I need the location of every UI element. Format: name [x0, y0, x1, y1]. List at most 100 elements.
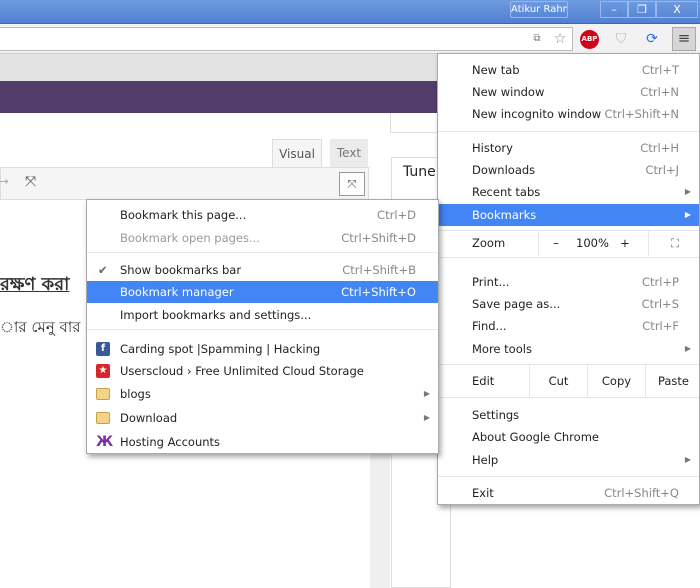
zoom-in-button[interactable]: +: [610, 231, 640, 256]
menu-item-find[interactable]: Find... Ctrl+F: [438, 315, 699, 337]
label: Print...: [472, 275, 510, 289]
shortcut: Ctrl+P: [641, 275, 679, 289]
submenu-arrow-icon: ▶: [684, 210, 691, 219]
menu-item-history[interactable]: History Ctrl+H: [438, 137, 699, 159]
label: Carding spot |Spamming | Hacking: [120, 342, 321, 356]
separator: [87, 252, 438, 253]
label: About Google Chrome: [472, 430, 599, 444]
menu-item-more-tools[interactable]: More tools ▶: [438, 338, 699, 360]
label: Settings: [472, 408, 520, 422]
cut-button[interactable]: Cut: [529, 365, 587, 397]
bookmark-star-icon[interactable]: ☆: [550, 29, 570, 49]
submenu-arrow-icon: ▶: [684, 344, 691, 353]
menu-item-save-page[interactable]: Save page as... Ctrl+S: [438, 293, 699, 315]
folder-icon: [96, 388, 110, 400]
translate-icon[interactable]: ⧉: [527, 29, 547, 49]
minimize-button[interactable]: –: [600, 1, 628, 18]
label: New incognito window: [472, 107, 602, 121]
adblock-plus-icon[interactable]: ABP: [580, 30, 599, 49]
label: Bookmark open pages...: [120, 231, 260, 245]
shortcut: Ctrl+J: [645, 163, 680, 177]
profile-button[interactable]: Atikur Rahman...: [510, 1, 568, 18]
separator: [438, 397, 699, 398]
redo-icon[interactable]: →: [0, 174, 9, 188]
bookmark-item[interactable]: ★ Userscloud › Free Unlimited Cloud Stora…: [87, 360, 438, 382]
shortcut: Ctrl+S: [641, 297, 679, 311]
paste-button[interactable]: Paste: [645, 365, 700, 397]
sync-extension-icon[interactable]: ⟳: [642, 29, 662, 49]
fullscreen-icon[interactable]: ⤧: [25, 174, 36, 190]
side-box: [390, 113, 440, 133]
label: blogs: [120, 387, 151, 401]
shortcut: Ctrl+Shift+O: [341, 285, 416, 299]
menu-item-bookmarks[interactable]: Bookmarks ▶: [438, 204, 699, 226]
tab-text[interactable]: Text: [330, 139, 368, 167]
zoom-label: Zoom: [472, 236, 506, 250]
checkmark-icon: ✔: [98, 263, 108, 277]
menu-item-new-tab[interactable]: New tab Ctrl+T: [438, 59, 699, 81]
submenu-arrow-icon: ▶: [423, 389, 430, 398]
label: History: [472, 141, 513, 155]
chrome-menu-button[interactable]: ≡: [672, 27, 696, 51]
tab-visual[interactable]: Visual: [272, 139, 322, 167]
restore-button[interactable]: ❐: [628, 1, 656, 18]
submenu-arrow-icon: ▶: [684, 455, 691, 464]
zoom-row: Zoom – 100% + ⛶: [438, 231, 699, 256]
label: Import bookmarks and settings...: [120, 308, 312, 322]
menu-item-show-bookmarks-bar[interactable]: ✔ Show bookmarks bar Ctrl+Shift+B: [87, 259, 438, 281]
label: Hosting Accounts: [120, 435, 221, 449]
label: Find...: [472, 319, 507, 333]
shortcut: Ctrl+Shift+D: [341, 231, 416, 245]
menu-item-exit[interactable]: Exit Ctrl+Shift+Q: [438, 482, 699, 504]
menu-item-new-window[interactable]: New window Ctrl+N: [438, 81, 699, 103]
label: Exit: [472, 486, 494, 500]
page-header-bar: [0, 81, 437, 113]
menu-item-bookmark-open-pages[interactable]: Bookmark open pages... Ctrl+Shift+D: [87, 227, 438, 249]
separator: [438, 131, 699, 132]
menu-item-incognito[interactable]: New incognito window Ctrl+Shift+N: [438, 103, 699, 125]
submenu-arrow-icon: ▶: [684, 187, 691, 196]
menu-item-bookmark-page[interactable]: Bookmark this page... Ctrl+D: [87, 204, 438, 226]
menu-item-print[interactable]: Print... Ctrl+P: [438, 271, 699, 293]
bookmark-folder[interactable]: blogs ▶: [87, 383, 438, 405]
content-heading: রক্ষণ করা: [0, 274, 70, 295]
shield-extension-icon[interactable]: ⛉: [611, 29, 631, 49]
hosting-icon: Ж: [96, 434, 114, 450]
menu-item-about[interactable]: About Google Chrome: [438, 426, 699, 448]
chrome-menu: New tab Ctrl+T New window Ctrl+N New incog…: [437, 53, 700, 505]
menu-item-recent-tabs[interactable]: Recent tabs ▶: [438, 181, 699, 203]
label: Save page as...: [472, 297, 561, 311]
label: Show bookmarks bar: [120, 263, 242, 277]
fullscreen-button[interactable]: ⛶: [648, 231, 700, 256]
browser-toolbar: ⧉ ☆ ABP ⛉ ⟳ ≡: [0, 24, 700, 54]
close-button[interactable]: X: [656, 1, 698, 18]
menu-item-settings[interactable]: Settings: [438, 404, 699, 426]
separator: [87, 329, 438, 330]
label: Download: [120, 411, 178, 425]
zoom-out-button[interactable]: –: [538, 231, 573, 256]
label: More tools: [472, 342, 532, 356]
facebook-icon: f: [96, 342, 110, 356]
copy-button[interactable]: Copy: [587, 365, 645, 397]
label: Bookmark manager: [120, 285, 234, 299]
star-icon: ★: [96, 364, 110, 378]
edit-label: Edit: [472, 374, 495, 388]
label: Bookmarks: [472, 208, 537, 222]
label: New window: [472, 85, 545, 99]
folder-icon: [96, 412, 110, 424]
shortcut: Ctrl+N: [640, 85, 679, 99]
shortcut: Ctrl+Shift+B: [342, 263, 416, 277]
bookmark-item[interactable]: Ж Hosting Accounts: [87, 431, 438, 453]
menu-item-import-bookmarks[interactable]: Import bookmarks and settings...: [87, 304, 438, 326]
menu-item-help[interactable]: Help ▶: [438, 449, 699, 471]
distraction-free-button[interactable]: ⤧: [339, 172, 365, 196]
label: Help: [472, 453, 499, 467]
menu-item-downloads[interactable]: Downloads Ctrl+J: [438, 159, 699, 181]
shortcut: Ctrl+T: [641, 63, 679, 77]
bookmark-item[interactable]: f Carding spot |Spamming | Hacking: [87, 338, 438, 360]
menu-item-bookmark-manager[interactable]: Bookmark manager Ctrl+Shift+O: [87, 281, 438, 303]
bookmark-folder[interactable]: Download ▶: [87, 407, 438, 429]
shortcut: Ctrl+D: [377, 208, 416, 222]
submenu-arrow-icon: ▶: [423, 413, 430, 422]
address-bar[interactable]: ⧉ ☆: [0, 27, 573, 51]
